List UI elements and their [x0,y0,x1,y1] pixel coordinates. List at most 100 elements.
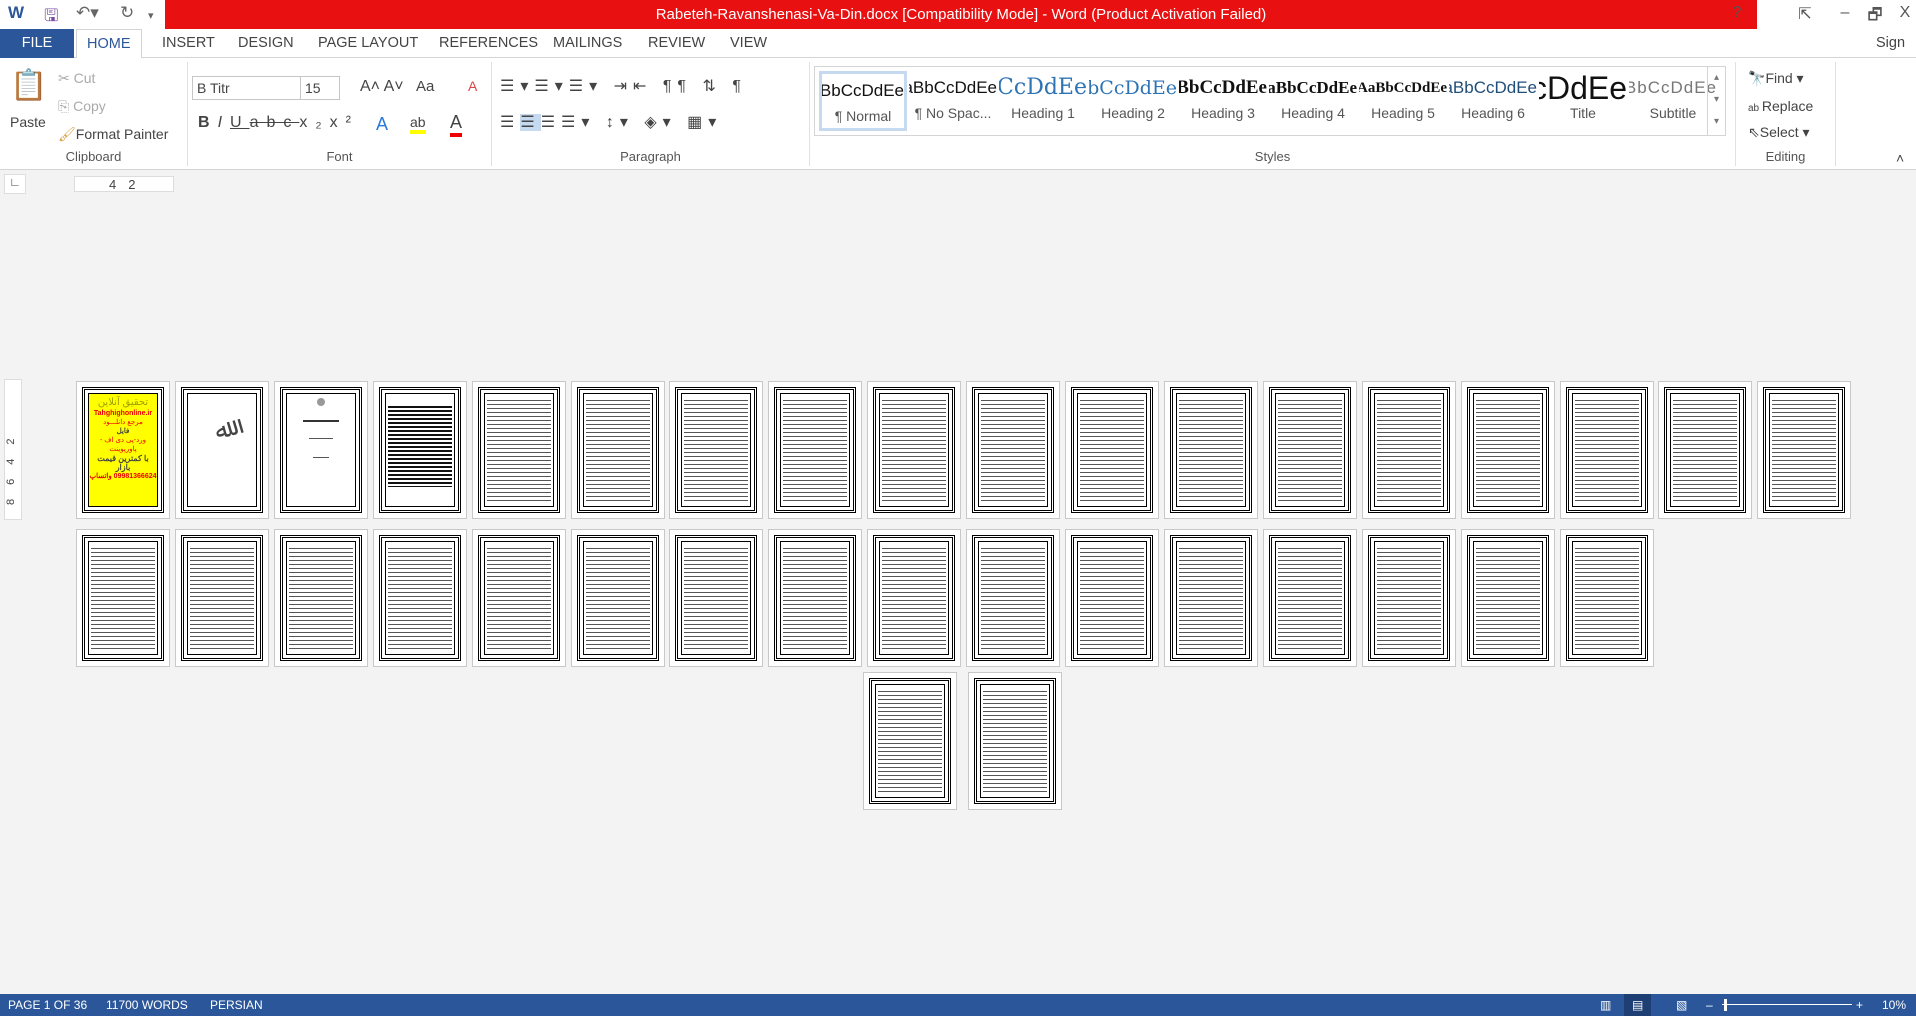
page-thumbnail[interactable]: ﷲ [174,381,269,519]
font-name-combo[interactable]: B Titr [192,76,302,100]
zoom-slider[interactable] [1722,1004,1852,1005]
page-thumbnail[interactable] [863,672,957,810]
page-thumbnail[interactable] [966,529,1061,667]
clear-formatting-icon[interactable]: A [468,78,477,94]
grow-font-icon[interactable]: A˄ A˅ [360,78,404,96]
style-heading-5[interactable]: AaBbCcDdEe Heading 5 [1359,71,1447,131]
font-color-icon[interactable]: A [450,112,463,137]
change-case-button[interactable]: Aa [416,78,434,95]
tab-insert[interactable]: INSERT [152,29,225,58]
font-size-combo[interactable]: 15 [300,76,340,100]
text-lines [1178,398,1243,502]
redo-icon[interactable]: ↻ [120,3,134,23]
zoom-in-icon[interactable]: + [1856,994,1863,1016]
style-title[interactable]: AaBbCcDdEeTitle [1539,71,1627,131]
page-thumbnail[interactable] [570,381,665,519]
style-normal[interactable]: AaBbCcDdEe ¶ Normal [819,71,907,131]
zoom-out-icon[interactable]: – [1706,994,1713,1016]
page-thumbnail[interactable] [1065,529,1159,667]
tab-home[interactable]: HOME [76,29,142,59]
highlight-icon[interactable]: ab [410,114,426,134]
page-thumbnail[interactable] [1361,381,1456,519]
find-button[interactable]: 🔭Find ▾ [1748,70,1804,87]
page-thumbnail[interactable] [1559,381,1654,519]
tab-view[interactable]: VIEW [720,29,777,58]
page-thumbnail[interactable] [867,529,962,667]
page-thumbnail[interactable] [669,381,764,519]
tab-selector-icon[interactable]: ∟ [4,174,26,194]
minimize-icon[interactable]: – [1832,4,1858,22]
page-thumbnail[interactable] [968,672,1062,810]
ruler-marks[interactable]: 42 [74,176,174,192]
print-layout-icon[interactable]: ▤ [1624,994,1652,1016]
tab-design[interactable]: DESIGN [228,29,304,58]
page-thumbnail[interactable] [1262,529,1357,667]
page-thumbnail[interactable] [1163,381,1258,519]
style-heading-2[interactable]: AaBbCcDdEe Heading 2 [1089,71,1177,131]
page-thumbnail[interactable] [768,529,863,667]
copy-button[interactable]: ⎘ Copy [58,98,106,115]
web-layout-icon[interactable]: ▧ [1676,994,1687,1016]
page-thumbnail[interactable] [1163,529,1258,667]
page-thumbnail[interactable] [471,529,566,667]
zoom-level[interactable]: 10% [1882,994,1906,1016]
page-thumbnail[interactable] [372,529,467,667]
paste-icon[interactable]: 📋 [10,68,47,103]
paste-button[interactable]: Paste [10,114,46,130]
help-icon[interactable]: ? [1724,4,1750,22]
tab-references[interactable]: REFERENCES [429,29,548,58]
word-count[interactable]: 11700 WORDS [106,994,188,1016]
style-no-spac[interactable]: AaBbCcDdEe ¶ No Spac... [909,71,997,131]
page-thumbnail[interactable] [1460,381,1555,519]
replace-button[interactable]: ab Replace [1748,98,1813,114]
page-thumbnail[interactable] [174,529,269,667]
page-thumbnail[interactable] [1262,381,1357,519]
tab-review[interactable]: REVIEW [638,29,715,58]
style-heading-1[interactable]: AaBbCcDdEe Heading 1 [999,71,1087,131]
page-thumbnail[interactable] [273,529,368,667]
format-painter-button[interactable]: 🖌Format Painter [58,126,168,143]
page-thumbnail[interactable] [867,381,962,519]
page-thumbnail[interactable] [768,381,863,519]
tab-file[interactable]: FILE [0,29,74,58]
zoom-slider-thumb[interactable] [1723,999,1727,1011]
page-thumbnail[interactable] [76,529,170,667]
language[interactable]: PERSIAN [210,994,263,1016]
read-mode-icon[interactable]: ▥ [1600,994,1611,1016]
page-thumbnail[interactable] [669,529,764,667]
page-thumbnail[interactable] [1757,381,1852,519]
style-heading-4[interactable]: AaBbCcDdEe Heading 4 [1269,71,1357,131]
tab-page-layout[interactable]: PAGE LAYOUT [308,29,428,58]
undo-icon[interactable]: ↶▾ [76,3,99,23]
cut-button[interactable]: ✂ Cut [58,70,95,87]
page-count[interactable]: PAGE 1 OF 36 [8,994,87,1016]
save-icon[interactable]: 🖫 [44,3,58,32]
sign-in-link[interactable]: Sign in [1866,29,1916,80]
style-subtitle[interactable]: AaBbCcDdEe Subtitle [1629,71,1717,131]
customize-qat-icon[interactable]: ▾ [148,9,154,22]
ribbon-display-icon[interactable]: ⇱ [1792,4,1818,24]
close-icon[interactable]: X [1892,4,1916,22]
page-thumbnail[interactable] [570,529,665,667]
restore-icon[interactable]: 🗗 [1862,4,1888,31]
style-heading-3[interactable]: AaBbCcDdEe Heading 3 [1179,71,1267,131]
page-thumbnail[interactable] [273,381,368,519]
page-thumbnail[interactable] [372,381,467,519]
page-thumbnail[interactable] [1065,381,1159,519]
page-thumbnail[interactable] [966,381,1061,519]
font-format-buttons[interactable]: BIUabcx₂x² [198,114,359,132]
page-thumbnail[interactable] [1361,529,1456,667]
select-button[interactable]: ⇖Select ▾ [1748,124,1810,141]
page-thumbnail[interactable]: تحقیق آنلاین Tahghighonline.ir مرجع دانلــ… [76,381,170,519]
page-thumbnail[interactable] [471,381,566,519]
page-thumbnail[interactable] [1460,529,1555,667]
list-buttons[interactable]: ☰▾☰▾☰▾ ⇥⇤ ¶¶ ⇅ ¶ [500,76,747,96]
collapse-ribbon-icon[interactable]: ˄ [1896,150,1904,166]
style-heading-6[interactable]: AaBbCcDdEe Heading 6 [1449,71,1537,131]
page-thumbnail[interactable] [1559,529,1654,667]
styles-scroll[interactable]: ▴ ▾ ▾ [1707,67,1725,135]
tab-mailings[interactable]: MAILINGS [543,29,632,58]
text-effects-icon[interactable]: A [376,114,388,135]
alignment-buttons[interactable]: ☰☰☰☰▾ ↕▾ ◈▾ ▦▾ [500,112,722,132]
page-thumbnail[interactable] [1658,381,1753,519]
